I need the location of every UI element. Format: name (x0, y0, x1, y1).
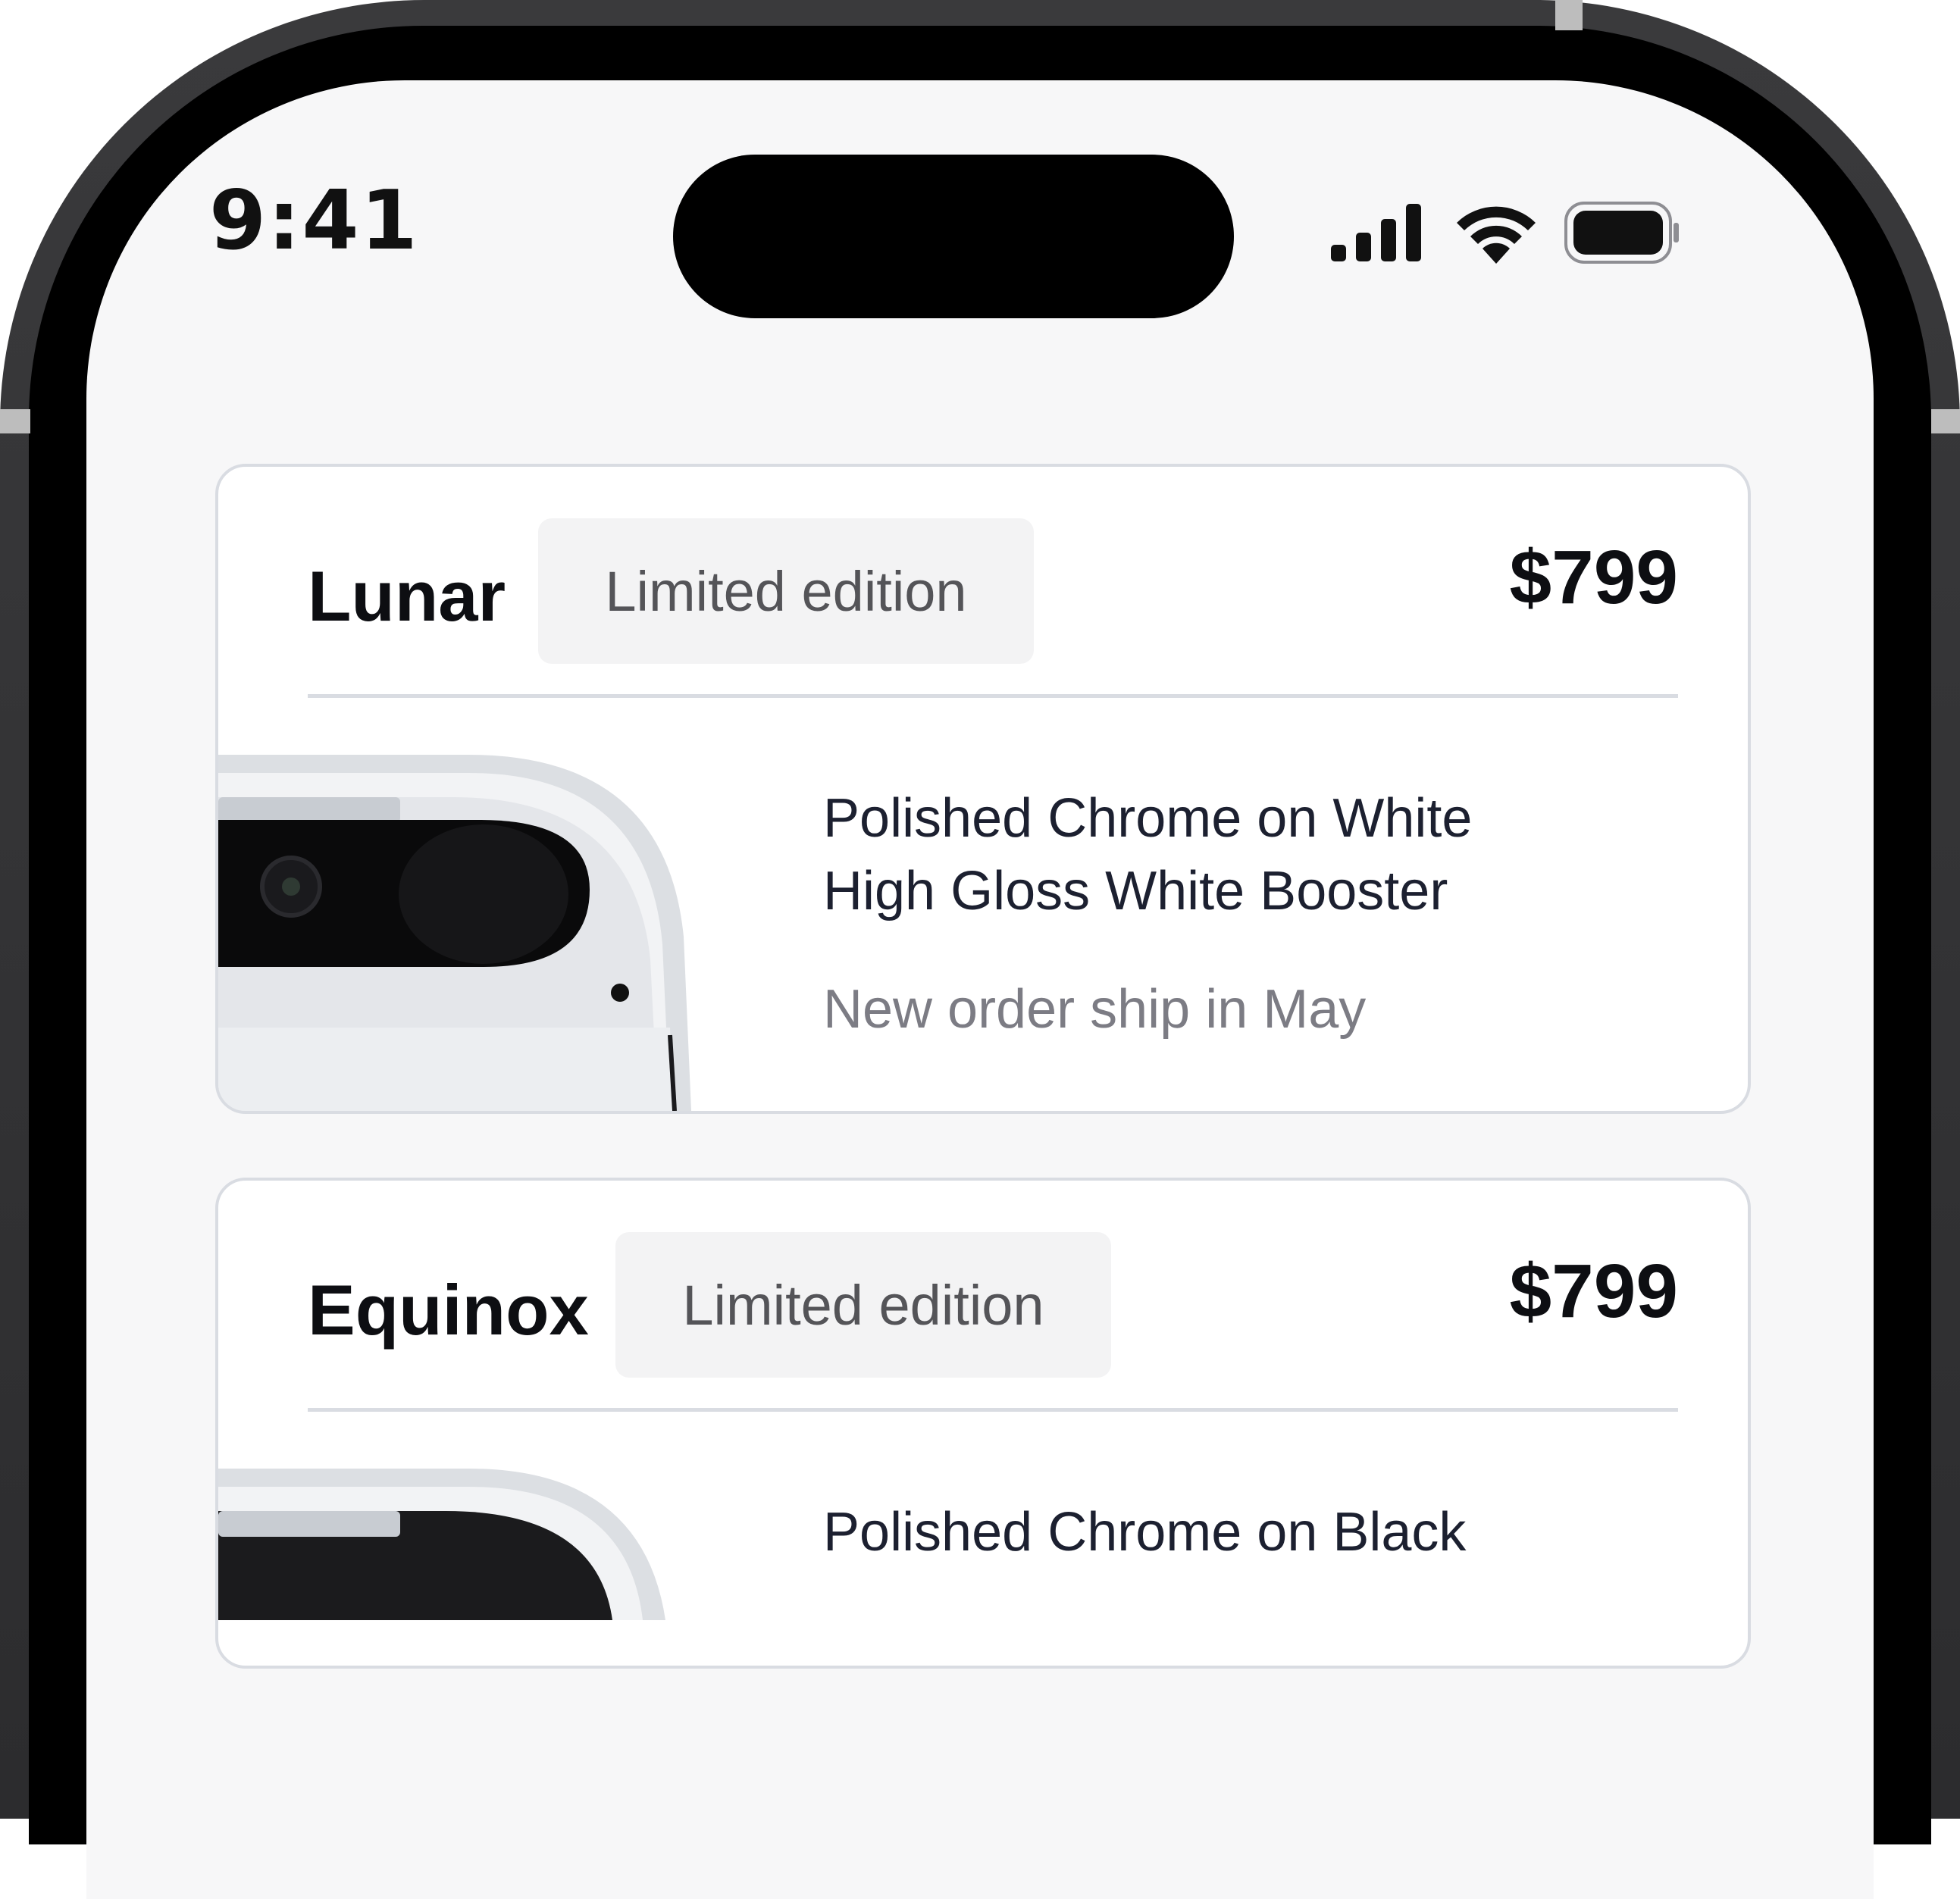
limited-edition-badge: Limited edition (538, 518, 1034, 664)
status-time: 9:41 (209, 174, 419, 268)
cellular-signal-icon (1331, 204, 1421, 261)
shipping-note: New order ship in May (823, 979, 1367, 1040)
product-image (218, 755, 691, 1111)
variant-line-1: Polished Chrome on Black (823, 1502, 1467, 1563)
status-icons (1331, 202, 1680, 264)
variant-line-2: High Gloss White Booster (823, 861, 1448, 921)
wifi-icon (1457, 206, 1536, 264)
card-divider (308, 694, 1678, 698)
battery-icon (1564, 202, 1679, 264)
phone-right-button (1931, 409, 1960, 433)
product-price: $799 (1509, 535, 1678, 620)
phone-top-button (1555, 0, 1583, 30)
product-name: Equinox (308, 1270, 589, 1350)
limited-edition-badge: Limited edition (615, 1232, 1111, 1378)
dynamic-island (673, 155, 1234, 318)
product-card-equinox[interactable]: Equinox Limited edition $799 Polished Ch… (215, 1178, 1751, 1669)
card-divider (308, 1408, 1678, 1412)
product-image (218, 1469, 665, 1620)
product-name: Lunar (308, 556, 506, 636)
phone-left-button (0, 409, 30, 433)
variant-line-1: Polished Chrome on White (823, 788, 1473, 849)
product-price: $799 (1509, 1249, 1678, 1334)
product-card-lunar[interactable]: Lunar Limited edition $799 Polished Chro… (215, 464, 1751, 1114)
